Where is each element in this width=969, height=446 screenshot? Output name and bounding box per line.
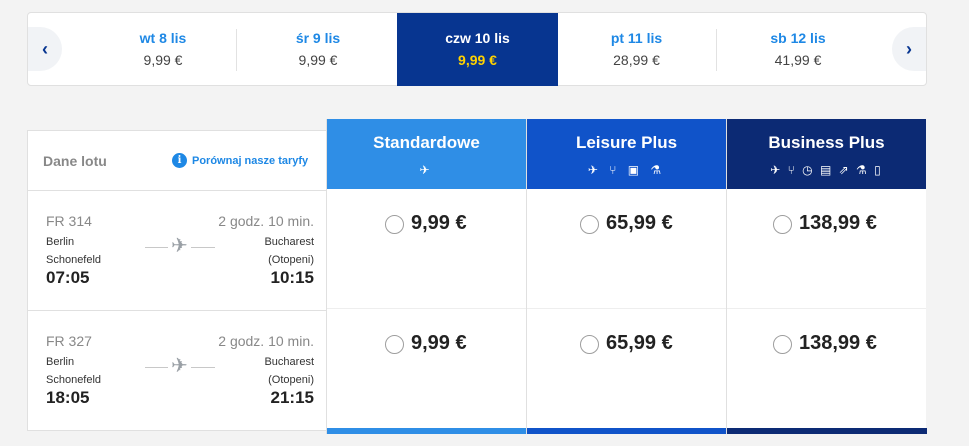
date-tab-2[interactable]: śr 9 lis 9,99 € <box>240 13 396 86</box>
fare-cell[interactable]: 138,99 € <box>727 309 926 429</box>
origin-city: Berlin <box>46 236 75 248</box>
fare-column-leisure-plus: Leisure Plus ✈ ⑂ ▣ ⚗ 65,99 € 65,99 € <box>526 119 727 434</box>
date-label: sb 12 lis <box>770 30 826 46</box>
fare-footer-bar <box>527 428 727 434</box>
destination-city: Bucharest <box>264 356 314 368</box>
arrival-time: 21:15 <box>270 388 314 407</box>
date-label: czw 10 lis <box>445 30 510 46</box>
date-price: 9,99 € <box>143 52 183 68</box>
destination-airport: Bucharest (Otopeni) <box>264 353 314 389</box>
fare-header: Standardowe ✈ <box>327 119 526 189</box>
chevron-left-icon[interactable]: ‹ <box>28 27 62 71</box>
date-tab-selected[interactable]: czw 10 lis 9,99 € <box>397 13 558 86</box>
destination-airport-name: (Otopeni) <box>268 254 314 266</box>
fare-header: Business Plus ✈ ⑂ ◷ ▤ ⇗ ⚗ ▯ <box>727 119 926 189</box>
fare-price: 9,99 € <box>411 212 467 234</box>
flight-number: FR 314 <box>46 213 92 229</box>
fare-cell[interactable]: 9,99 € <box>327 189 526 309</box>
chevron-right-icon[interactable]: › <box>892 27 926 71</box>
fare-price: 65,99 € <box>606 332 673 354</box>
fare-price: 138,99 € <box>799 212 877 234</box>
fare-cell[interactable]: 65,99 € <box>527 309 726 429</box>
fare-footer-bar <box>327 428 527 434</box>
fare-header: Leisure Plus ✈ ⑂ ▣ ⚗ <box>527 119 726 189</box>
origin-city: Berlin <box>46 356 75 368</box>
date-tab-1[interactable]: wt 8 lis 9,99 € <box>88 13 238 86</box>
fare-column-standard: Standardowe ✈ 9,99 € 9,99 € <box>326 119 527 434</box>
fare-cell[interactable]: 9,99 € <box>327 309 526 429</box>
destination-city: Bucharest <box>264 236 314 248</box>
date-price: 9,99 € <box>458 52 497 68</box>
date-price: 9,99 € <box>298 52 338 68</box>
fare-radio[interactable] <box>385 335 404 354</box>
arrival-time: 10:15 <box>270 268 314 287</box>
fare-table: Standardowe ✈ 9,99 € 9,99 € Leisure Plus… <box>326 119 927 434</box>
info-icon: i <box>172 153 187 168</box>
date-label: wt 8 lis <box>139 30 187 46</box>
date-label: śr 9 lis <box>295 30 341 46</box>
flight-duration: 2 godz. 10 min. <box>218 333 314 349</box>
plane-icon: ✈ <box>168 235 191 257</box>
plane-icon: ✈ <box>168 355 191 377</box>
fare-radio[interactable] <box>773 335 792 354</box>
fare-name: Standardowe <box>373 133 480 152</box>
fare-radio[interactable] <box>580 335 599 354</box>
destination-airport-name: (Otopeni) <box>268 374 314 386</box>
date-tab-4[interactable]: pt 11 lis 28,99 € <box>558 13 715 86</box>
date-tab-5[interactable]: sb 12 lis 41,99 € <box>720 13 876 86</box>
fare-benefits-icons: ✈ <box>419 163 434 177</box>
fare-benefits-icons: ✈ ⑂ ◷ ▤ ⇗ ⚗ ▯ <box>770 163 883 177</box>
departure-time: 18:05 <box>46 388 90 407</box>
flight-duration: 2 godz. 10 min. <box>218 213 314 229</box>
details-heading: Dane lotu <box>43 153 107 169</box>
origin-airport: Berlin Schonefeld <box>46 353 101 389</box>
compare-fares-label: Porównaj nasze taryfy <box>192 154 309 167</box>
flight-details-panel: Dane lotu i Porównaj nasze taryfy FR 314… <box>27 130 327 431</box>
destination-airport: Bucharest (Otopeni) <box>264 233 314 269</box>
details-header: Dane lotu i Porównaj nasze taryfy <box>28 131 326 191</box>
flight-row: FR 314 2 godz. 10 min. Berlin Schonefeld… <box>28 191 326 311</box>
flight-row: FR 327 2 godz. 10 min. Berlin Schonefeld… <box>28 311 326 431</box>
fare-radio[interactable] <box>385 215 404 234</box>
date-label: pt 11 lis <box>610 30 663 46</box>
fare-name: Business Plus <box>768 133 885 152</box>
origin-airport-name: Schonefeld <box>46 254 102 266</box>
date-price: 41,99 € <box>774 52 822 68</box>
divider <box>716 29 717 71</box>
date-price: 28,99 € <box>613 52 660 68</box>
fare-price: 65,99 € <box>606 212 673 234</box>
fare-cell[interactable]: 138,99 € <box>727 189 926 309</box>
fare-footer-bar <box>727 428 927 434</box>
fare-cell[interactable]: 65,99 € <box>527 189 726 309</box>
fare-price: 9,99 € <box>411 332 467 354</box>
fare-price: 138,99 € <box>799 332 877 354</box>
origin-airport-name: Schonefeld <box>46 374 102 386</box>
fare-radio[interactable] <box>580 215 599 234</box>
fare-radio[interactable] <box>773 215 792 234</box>
fare-benefits-icons: ✈ ⑂ ▣ ⚗ <box>587 163 666 177</box>
compare-fares-link[interactable]: i Porównaj nasze taryfy <box>172 153 308 168</box>
fare-column-business-plus: Business Plus ✈ ⑂ ◷ ▤ ⇗ ⚗ ▯ 138,99 € 138… <box>726 119 927 434</box>
flight-number: FR 327 <box>46 333 92 349</box>
departure-time: 07:05 <box>46 268 90 287</box>
divider <box>236 29 237 71</box>
fare-name: Leisure Plus <box>575 133 678 152</box>
origin-airport: Berlin Schonefeld <box>46 233 101 269</box>
date-carousel: ‹ wt 8 lis 9,99 € śr 9 lis 9,99 € czw 10… <box>27 12 927 86</box>
